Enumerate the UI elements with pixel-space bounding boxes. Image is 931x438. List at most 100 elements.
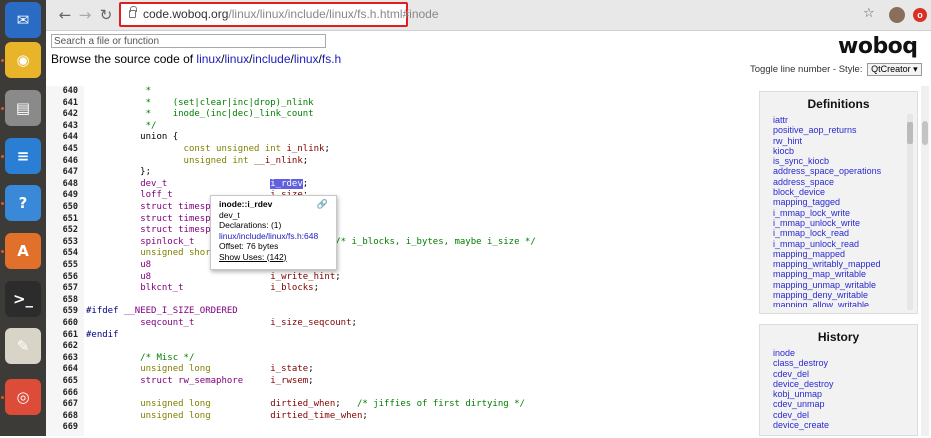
definition-link[interactable]: positive_aop_returns — [773, 125, 900, 135]
history-link[interactable]: device_create — [773, 420, 905, 430]
reload-icon[interactable]: ↻ — [96, 5, 116, 25]
history-link[interactable]: cdev_del — [773, 369, 905, 379]
profile-avatar[interactable] — [889, 7, 905, 23]
files-icon[interactable]: ▤ — [5, 90, 41, 126]
line-number[interactable]: 663 — [46, 353, 78, 365]
definition-link[interactable]: is_sync_kiocb — [773, 156, 900, 166]
line-number[interactable]: 650 — [46, 202, 78, 214]
line-number[interactable]: 659 — [46, 306, 78, 318]
definition-link[interactable]: mapping_mapped — [773, 249, 900, 259]
definition-link[interactable]: address_space — [773, 177, 900, 187]
line-number[interactable]: 655 — [46, 260, 78, 272]
code-token[interactable]: dirtied_time_when — [270, 411, 362, 421]
history-link[interactable]: inode — [773, 348, 905, 358]
code-token[interactable]: struct rw_semaphore — [140, 376, 243, 386]
breadcrumb-linux-root[interactable]: linux — [196, 52, 221, 66]
line-number[interactable]: 656 — [46, 272, 78, 284]
line-number[interactable]: 642 — [46, 109, 78, 121]
line-number[interactable]: 661 — [46, 330, 78, 342]
line-number[interactable]: 662 — [46, 341, 78, 353]
history-link[interactable]: kobj_unmap — [773, 389, 905, 399]
show-uses-link[interactable]: Show Uses: (142) — [219, 252, 328, 263]
definition-link[interactable]: mapping_writably_mapped — [773, 259, 900, 269]
line-number[interactable]: 652 — [46, 225, 78, 237]
code-token[interactable]: __i_nlink — [254, 156, 303, 166]
history-link[interactable]: class_destroy — [773, 358, 905, 368]
line-number[interactable]: 643 — [46, 121, 78, 133]
code-token[interactable]: i_blocks — [270, 283, 313, 293]
terminal-icon[interactable]: >_ — [5, 281, 41, 317]
line-number[interactable]: 660 — [46, 318, 78, 330]
definition-link[interactable]: mapping_map_writable — [773, 269, 900, 279]
definition-link[interactable]: mapping_tagged — [773, 197, 900, 207]
address-bar[interactable]: code.woboq.org/linux/linux/include/linux… — [119, 2, 439, 27]
definition-link[interactable]: block_device — [773, 187, 900, 197]
text-editor-icon[interactable]: ✎ — [5, 328, 41, 364]
code-token[interactable]: i_nlink — [287, 144, 325, 154]
line-number[interactable]: 645 — [46, 144, 78, 156]
line-number[interactable]: 657 — [46, 283, 78, 295]
line-number[interactable]: 666 — [46, 388, 78, 400]
code-token[interactable]: spinlock_t — [140, 237, 194, 247]
line-number[interactable]: 658 — [46, 295, 78, 307]
line-number[interactable]: 644 — [46, 132, 78, 144]
line-number[interactable]: 668 — [46, 411, 78, 423]
breadcrumb-file[interactable]: fs.h — [322, 52, 341, 66]
tooltip-location-link[interactable]: linux/include/linux/fs.h:648 — [219, 231, 328, 242]
style-select[interactable]: QtCreator ▾ — [867, 63, 922, 76]
breadcrumb-include[interactable]: include — [252, 52, 290, 66]
search-input[interactable] — [51, 34, 326, 48]
forward-icon[interactable]: → — [75, 5, 95, 25]
code-token[interactable]: seqcount_t — [140, 318, 194, 328]
definition-link[interactable]: kiocb — [773, 146, 900, 156]
definition-link[interactable]: rw_hint — [773, 136, 900, 146]
back-icon[interactable]: ← — [55, 5, 75, 25]
code-token[interactable]: i_size_seqcount — [270, 318, 351, 328]
writer-icon[interactable]: ≡ — [5, 138, 41, 174]
code-token[interactable]: loff_t — [140, 190, 173, 200]
code-token[interactable]: __NEED_I_SIZE_ORDERED — [124, 306, 238, 316]
history-link[interactable]: device_destroy — [773, 379, 905, 389]
line-number[interactable]: 648 — [46, 179, 78, 191]
chrome-icon[interactable]: ◎ — [5, 379, 41, 415]
history-link[interactable]: cdev_unmap — [773, 399, 905, 409]
definition-link[interactable]: mapping_unmap_writable — [773, 280, 900, 290]
code-token[interactable]: i_state — [270, 364, 308, 374]
definitions-scrollbar[interactable] — [907, 114, 913, 310]
line-number[interactable]: 653 — [46, 237, 78, 249]
woboq-logo[interactable]: woboq — [838, 34, 918, 59]
definitions-scroll-thumb[interactable] — [907, 122, 913, 144]
line-number[interactable]: 651 — [46, 214, 78, 226]
bookmark-star-icon[interactable]: ☆ — [863, 6, 875, 21]
toggle-line-number-link[interactable]: Toggle line number — [750, 64, 830, 75]
highlighted-symbol[interactable]: i_rdev — [270, 178, 303, 189]
line-number[interactable]: 649 — [46, 190, 78, 202]
definition-link[interactable]: iattr — [773, 115, 900, 125]
line-number[interactable]: 669 — [46, 422, 78, 434]
definition-link[interactable]: i_mmap_unlock_write — [773, 218, 900, 228]
line-number[interactable]: 640 — [46, 86, 78, 98]
page-scroll-thumb[interactable] — [922, 121, 928, 145]
url-text[interactable]: code.woboq.org/linux/linux/include/linux… — [143, 7, 439, 21]
definition-link[interactable]: i_mmap_lock_write — [773, 208, 900, 218]
code-token[interactable]: dev_t — [140, 179, 167, 189]
definition-link[interactable]: mapping_allow_writable — [773, 300, 900, 307]
thunderbird-icon[interactable]: ✉ — [5, 2, 41, 38]
code-token[interactable]: dirtied_when — [270, 399, 335, 409]
code-token[interactable]: i_write_hint — [270, 272, 335, 282]
definition-link[interactable]: mapping_deny_writable — [773, 290, 900, 300]
code-token[interactable]: blkcnt_t — [140, 283, 183, 293]
breadcrumb-linux-dir[interactable]: linux — [294, 52, 319, 66]
line-number[interactable]: 667 — [46, 399, 78, 411]
definition-link[interactable]: i_mmap_unlock_read — [773, 239, 900, 249]
help-icon[interactable]: ? — [5, 185, 41, 221]
software-center-icon[interactable]: A — [5, 233, 41, 269]
definition-link[interactable]: i_mmap_lock_read — [773, 228, 900, 238]
code-token[interactable]: i_rwsem — [270, 376, 308, 386]
line-number[interactable]: 654 — [46, 248, 78, 260]
line-number[interactable]: 646 — [46, 156, 78, 168]
link-icon[interactable]: 🔗 — [317, 199, 328, 210]
breadcrumb-linux[interactable]: linux — [224, 52, 249, 66]
code-token[interactable]: u8 — [140, 260, 151, 270]
page-scrollbar[interactable] — [921, 86, 929, 436]
